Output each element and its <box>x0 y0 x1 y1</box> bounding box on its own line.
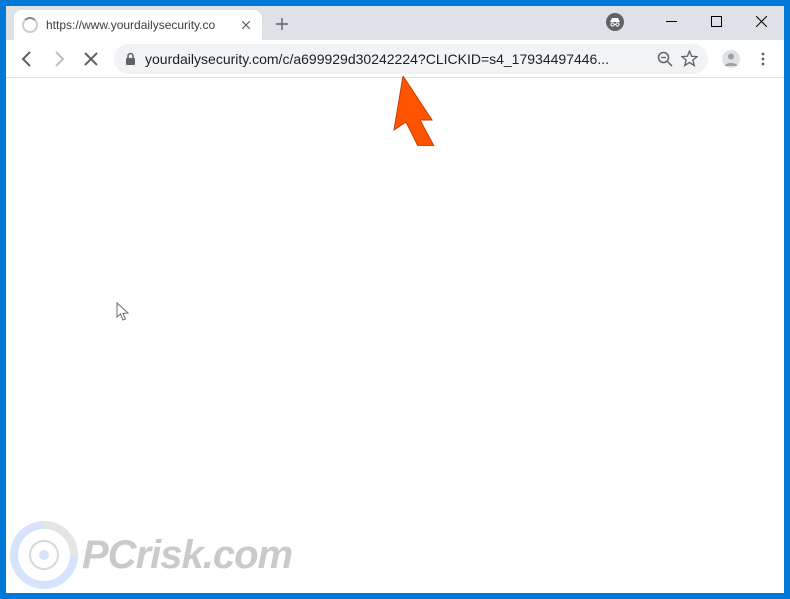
zoom-icon[interactable] <box>657 51 673 67</box>
close-window-button[interactable] <box>739 6 784 36</box>
page-content <box>6 78 784 593</box>
titlebar: https://www.yourdailysecurity.co <box>6 6 784 40</box>
back-button[interactable] <box>12 44 42 74</box>
address-bar[interactable]: yourdailysecurity.com/c/a699929d30242224… <box>114 44 708 74</box>
profile-button[interactable] <box>716 44 746 74</box>
new-tab-button[interactable] <box>268 10 296 38</box>
minimize-button[interactable] <box>649 6 694 36</box>
tab-title: https://www.yourdailysecurity.co <box>46 18 238 32</box>
maximize-button[interactable] <box>694 6 739 36</box>
forward-button[interactable] <box>44 44 74 74</box>
stop-reload-button[interactable] <box>76 44 106 74</box>
watermark: PCrisk.com <box>10 521 292 589</box>
incognito-icon <box>606 13 624 31</box>
bookmark-star-icon[interactable] <box>681 50 698 67</box>
close-tab-button[interactable] <box>238 17 254 33</box>
url-text: yourdailysecurity.com/c/a699929d30242224… <box>145 51 649 67</box>
toolbar: yourdailysecurity.com/c/a699929d30242224… <box>6 40 784 78</box>
menu-button[interactable] <box>748 44 778 74</box>
lock-icon <box>124 52 137 66</box>
watermark-text: PCrisk.com <box>82 533 292 578</box>
browser-tab[interactable]: https://www.yourdailysecurity.co <box>14 10 262 40</box>
loading-spinner-icon <box>22 17 38 33</box>
watermark-logo-icon <box>10 521 78 589</box>
